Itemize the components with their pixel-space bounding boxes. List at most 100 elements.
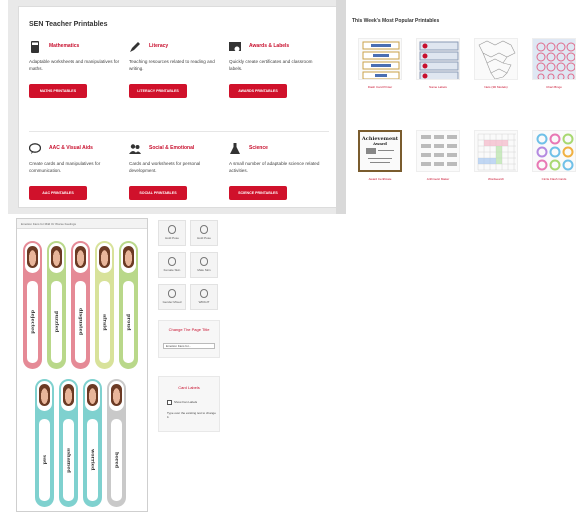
- preview-header: Emotion Fans for Mild Or Worse Feelings: [17, 219, 147, 229]
- wordsearch-icon: [474, 130, 518, 172]
- circle-cards-icon: [532, 130, 576, 172]
- certificate-icon: [229, 42, 241, 52]
- science-printables-button[interactable]: SCIENCE PRINTABLES: [229, 186, 287, 200]
- panel-separator: [336, 0, 346, 214]
- face-image: [111, 384, 122, 406]
- face-image: [99, 246, 110, 268]
- speech-bubble-icon: [29, 143, 41, 154]
- bingo-icon: [532, 38, 576, 80]
- face-image: [51, 246, 62, 268]
- face-image: [123, 246, 134, 268]
- fan-card[interactable]: bored: [107, 379, 126, 507]
- face-outline-icon: [168, 225, 176, 234]
- face-image: [87, 384, 98, 406]
- emotion-fans-preview: Emotion Fans for Mild Or Worse Feelings …: [16, 218, 148, 512]
- literacy-printables-button[interactable]: LITERACY PRINTABLES: [129, 84, 187, 98]
- fan-card[interactable]: proud: [119, 241, 138, 369]
- sen-title: SEN Teacher Printables: [29, 21, 108, 28]
- thumb-caption: Nets (3D Models): [484, 85, 508, 89]
- popular-title: This Week's Most Popular Printables: [352, 18, 440, 24]
- card-labels-heading: Card Labels: [178, 385, 200, 390]
- widgit-button[interactable]: WIDGIT: [190, 284, 218, 310]
- thumb-caption: Chart Bingo: [546, 85, 562, 89]
- social-printables-button[interactable]: SOCIAL PRINTABLES: [129, 186, 187, 200]
- fan-card[interactable]: sad: [35, 379, 54, 507]
- thumb-caption: Circle Flash Cards: [541, 177, 567, 181]
- thumb-caption: Flash Card Printer: [367, 85, 393, 89]
- fan-word: worried: [89, 449, 96, 471]
- show-labels-checkbox[interactable]: [167, 400, 172, 405]
- card-labels-box: Card Labels Show Fan Labels Type over th…: [158, 376, 220, 432]
- face-image: [27, 246, 38, 268]
- popular-item-flash-cards[interactable]: Flash Card Printer: [358, 38, 402, 89]
- category-title: Awards & Labels: [249, 43, 290, 49]
- fan-card[interactable]: ashamed: [59, 379, 78, 507]
- certificate-thumb-icon: Achievement Award: [358, 130, 402, 172]
- face-image: [63, 384, 74, 406]
- fan-word: ashamed: [65, 447, 72, 473]
- fan-word: dejected: [29, 310, 36, 334]
- category-desc: Teaching resources related to reading an…: [129, 59, 215, 71]
- labels-hint: Type over the existing text to change it…: [167, 411, 216, 419]
- thumb-caption: Wordsearch: [487, 177, 505, 181]
- category-desc: Create cards and manipulatives for commu…: [29, 161, 101, 173]
- divider: [29, 131, 329, 132]
- page-title-heading: Change The Page Title: [168, 327, 210, 332]
- nets-icon: [474, 38, 518, 80]
- awards-printables-button[interactable]: AWARDS PRINTABLES: [229, 84, 287, 98]
- fan-card[interactable]: dejected: [23, 241, 42, 369]
- aac-printables-button[interactable]: AAC PRINTABLES: [29, 186, 87, 200]
- face-image: [75, 246, 86, 268]
- category-title: Literacy: [149, 43, 169, 49]
- fan-card[interactable]: afraid: [95, 241, 114, 369]
- thumb-caption: Award Certificate: [368, 177, 392, 181]
- popular-printables-panel: This Week's Most Popular Printables Flas…: [346, 6, 577, 214]
- people-icon: [129, 144, 141, 154]
- face-image: [39, 384, 50, 406]
- face-outline-icon: [168, 257, 176, 266]
- fan-word: proud: [125, 313, 132, 331]
- page-title-input[interactable]: Emotion Fans for...: [163, 343, 215, 349]
- fan-word: bored: [113, 451, 120, 469]
- popular-item-bingo[interactable]: Chart Bingo: [532, 38, 576, 89]
- name-labels-icon: [416, 38, 460, 80]
- popular-item-circle-cards[interactable]: Circle Flash Cards: [532, 130, 576, 181]
- widgit-icon: [200, 289, 208, 298]
- category-desc: Cards and worksheets for personal develo…: [129, 161, 201, 173]
- fan-card[interactable]: disgusted: [71, 241, 90, 369]
- category-desc: Adaptable worksheets and manipulatives f…: [29, 59, 120, 71]
- category-desc: A small number of adaptable science rela…: [229, 161, 320, 173]
- category-title: Mathematics: [49, 43, 80, 49]
- popular-item-name-labels[interactable]: Name Labels: [416, 38, 460, 89]
- popular-item-nets[interactable]: Nets (3D Models): [474, 38, 518, 89]
- fan-word: disgusted: [77, 308, 84, 336]
- hold-pose-button[interactable]: Hold Pose: [158, 220, 186, 246]
- fan-word: sad: [41, 455, 48, 465]
- fan-card[interactable]: puzzled: [47, 241, 66, 369]
- face-outline-icon: [200, 257, 208, 266]
- sen-printables-card: SEN Teacher Printables Mathematics Adapt…: [18, 6, 338, 208]
- popular-item-arithmetic[interactable]: Arithmetic Maker: [416, 130, 460, 181]
- fan-word: afraid: [101, 313, 108, 331]
- thumb-caption: Name Labels: [429, 85, 447, 89]
- flash-cards-icon: [358, 38, 402, 80]
- maths-printables-button[interactable]: MATHS PRINTABLES: [29, 84, 87, 98]
- flask-icon: [230, 143, 240, 154]
- female-skin-button[interactable]: Female Skin: [158, 252, 186, 278]
- pencil-icon: [130, 42, 140, 52]
- hold-pose-button[interactable]: Hold Pose: [190, 220, 218, 246]
- male-skin-button[interactable]: Male Skin: [190, 252, 218, 278]
- face-outline-icon: [200, 225, 208, 234]
- face-outline-icon: [168, 289, 176, 298]
- category-desc: Quickly create certificates and classroo…: [229, 59, 313, 71]
- popular-item-certificate[interactable]: Achievement Award Award Certificate: [358, 130, 402, 181]
- calculator-icon: [31, 41, 39, 53]
- category-title: AAC & Visual Aids: [49, 145, 93, 151]
- category-title: Science: [249, 145, 268, 151]
- category-title: Social & Emotional: [149, 145, 195, 151]
- fan-card[interactable]: worried: [83, 379, 102, 507]
- gender-mixed-button[interactable]: Gender Mixed: [158, 284, 186, 310]
- popular-item-wordsearch[interactable]: Wordsearch: [474, 130, 518, 181]
- thumb-caption: Arithmetic Maker: [426, 177, 450, 181]
- arithmetic-icon: [416, 130, 460, 172]
